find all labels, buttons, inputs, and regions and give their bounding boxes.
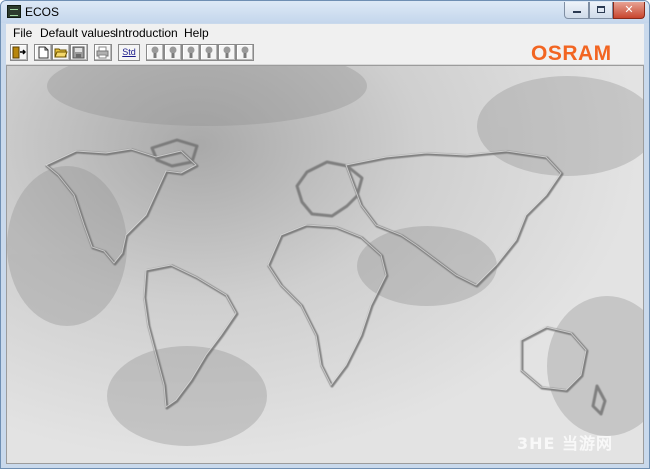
ecos-app-icon[interactable] <box>7 5 21 18</box>
lamp-icon <box>187 46 195 58</box>
title-bar[interactable]: ECOS ✕ <box>1 1 649 23</box>
new-document-icon <box>38 46 49 59</box>
menu-introduction[interactable]: Introduction <box>112 26 181 40</box>
osram-logo: OSRAM <box>531 42 612 65</box>
menu-default-values[interactable]: Default values <box>37 26 119 40</box>
menu-file[interactable]: File <box>10 26 35 40</box>
watermark-text: 3HE 当游网 <box>517 434 614 453</box>
window-title: ECOS <box>25 5 60 19</box>
save-button[interactable] <box>70 44 88 61</box>
lamp-icon <box>151 46 159 58</box>
menu-help[interactable]: Help <box>181 26 212 40</box>
open-folder-icon <box>54 48 68 58</box>
maximize-button[interactable] <box>589 2 613 19</box>
lamp-button-4[interactable] <box>200 44 218 61</box>
world-map-canvas[interactable]: 3HE 当游网 <box>6 65 644 464</box>
close-button[interactable]: ✕ <box>613 2 645 19</box>
new-button[interactable] <box>34 44 52 61</box>
std-button[interactable]: Std <box>118 44 140 61</box>
menu-bar: File Default values Introduction Help <box>6 24 644 42</box>
minimize-button[interactable] <box>564 2 589 19</box>
lamp-button-3[interactable] <box>182 44 200 61</box>
lamp-icon <box>205 46 213 58</box>
minimize-icon <box>573 11 581 13</box>
world-map-outline <box>7 66 643 446</box>
close-icon: ✕ <box>624 3 634 16</box>
lamp-button-1[interactable] <box>146 44 164 61</box>
toolbar: Std OSRAM <box>6 42 644 65</box>
open-button[interactable] <box>52 44 70 61</box>
lamp-button-2[interactable] <box>164 44 182 61</box>
exit-button[interactable] <box>10 44 28 61</box>
exit-door-icon <box>12 46 26 59</box>
app-window: ECOS ✕ File Default values Introduction … <box>0 0 650 469</box>
lamp-button-6[interactable] <box>236 44 254 61</box>
lamp-icon <box>241 46 249 58</box>
print-button[interactable] <box>94 44 112 61</box>
save-disk-icon <box>72 46 85 59</box>
print-icon <box>96 46 109 59</box>
maximize-icon <box>597 6 605 13</box>
lamp-icon <box>169 46 177 58</box>
lamp-icon <box>223 46 231 58</box>
lamp-button-5[interactable] <box>218 44 236 61</box>
